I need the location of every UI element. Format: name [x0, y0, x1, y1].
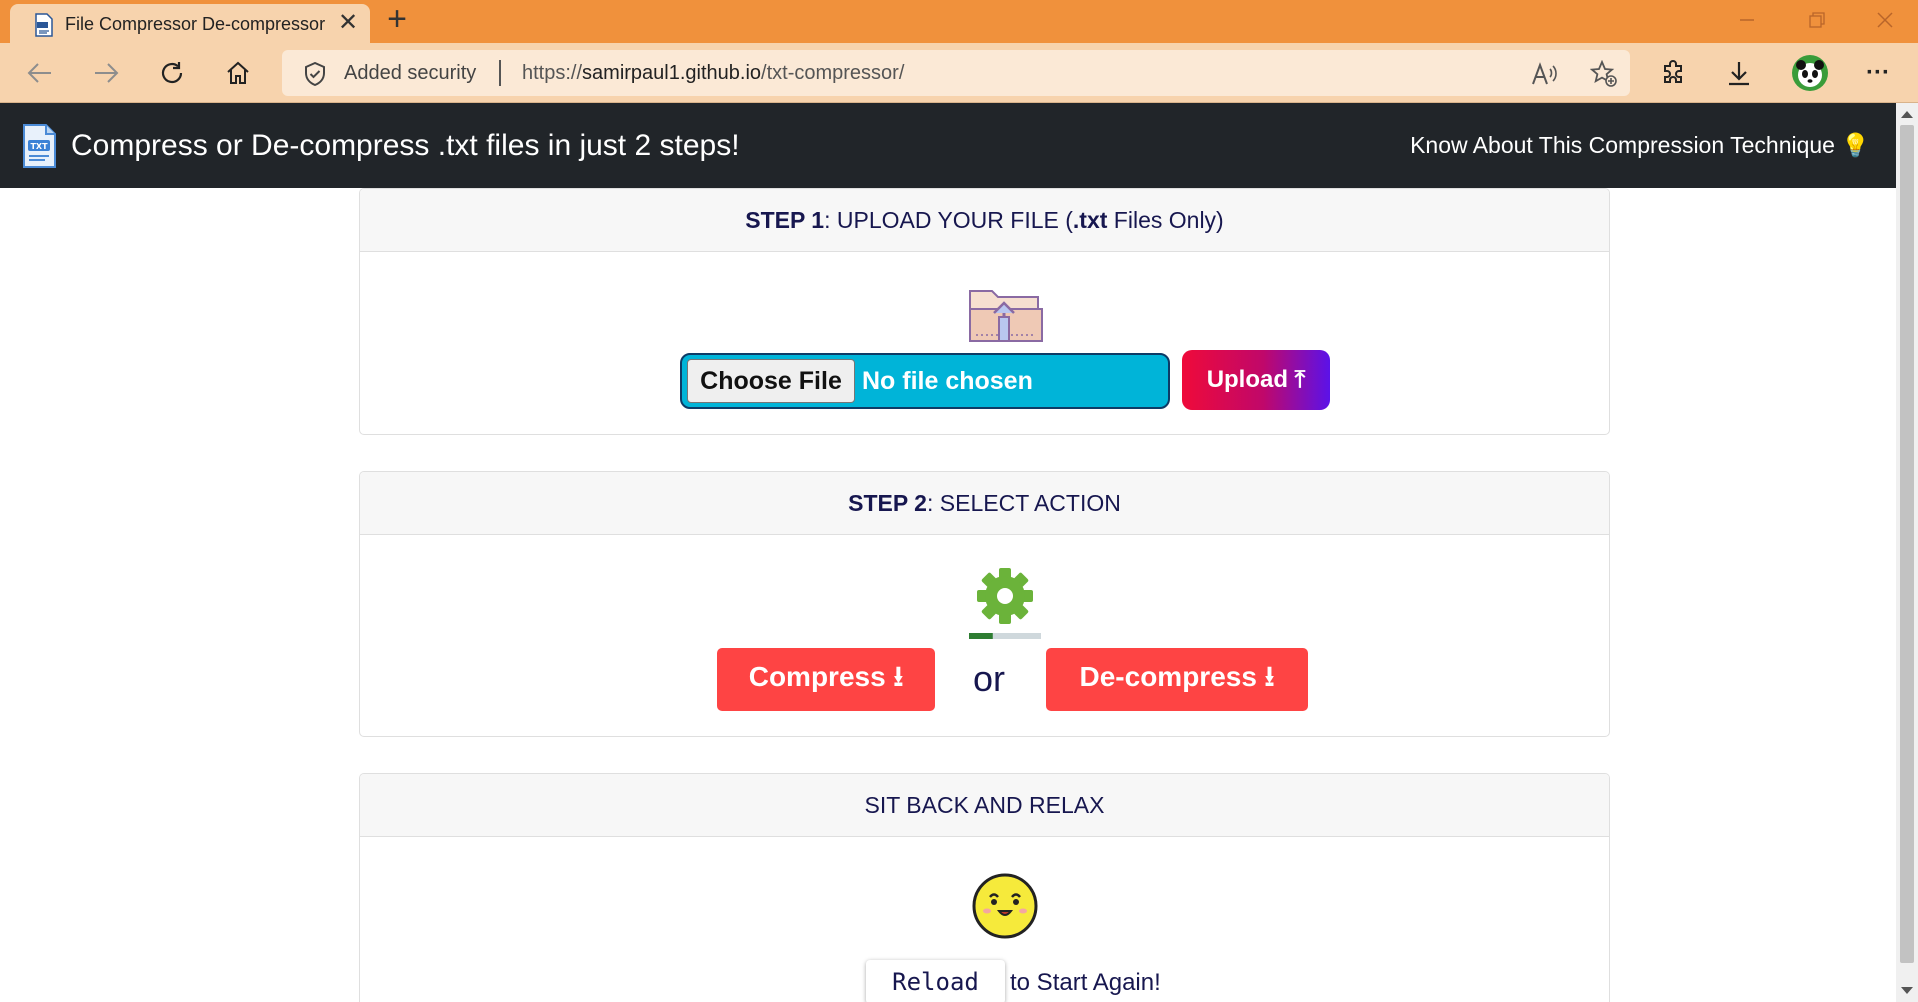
- step3-header-text: SIT BACK AND RELAX: [864, 791, 1105, 818]
- refresh-icon[interactable]: [152, 53, 192, 93]
- address-bar[interactable]: Added security https://samirpaul1.github…: [282, 50, 1630, 96]
- extensions-icon[interactable]: [1656, 55, 1692, 91]
- step1-header-tail: Files Only): [1107, 206, 1224, 233]
- close-window-icon[interactable]: [1855, 0, 1915, 40]
- about-technique-link[interactable]: Know About This Compression Technique 💡: [1410, 132, 1870, 159]
- step1-header: STEP 1: UPLOAD YOUR FILE (.txt Files Onl…: [360, 189, 1609, 252]
- browser-toolbar: Added security https://samirpaul1.github…: [0, 43, 1918, 103]
- more-menu-icon[interactable]: ···: [1860, 55, 1896, 91]
- downloads-icon[interactable]: [1721, 55, 1757, 91]
- txt-file-icon[interactable]: TXT: [20, 123, 58, 169]
- step1-card: STEP 1: UPLOAD YOUR FILE (.txt Files Onl…: [359, 188, 1610, 435]
- site-navbar: TXT Compress or De-compress .txt files i…: [0, 103, 1896, 188]
- folder-upload-icon: [969, 290, 1043, 342]
- minimize-icon[interactable]: [1717, 0, 1777, 40]
- browser-tab[interactable]: File Compressor De-compressor ✕: [10, 4, 370, 43]
- restore-icon[interactable]: [1787, 0, 1847, 40]
- url-path: /txt-compressor/: [761, 62, 905, 84]
- tab-title: File Compressor De-compressor: [65, 14, 326, 34]
- progress-fill: [969, 633, 993, 639]
- step1-header-ext: .txt: [1072, 206, 1108, 233]
- step2-header: STEP 2: SELECT ACTION: [360, 472, 1609, 535]
- shield-icon[interactable]: [304, 62, 326, 86]
- step3-header: SIT BACK AND RELAX: [360, 774, 1609, 837]
- file-input[interactable]: Choose File No file chosen: [680, 353, 1170, 409]
- upload-button[interactable]: Upload ⤒: [1182, 350, 1330, 410]
- home-icon[interactable]: [218, 53, 258, 93]
- reload-button[interactable]: Reload: [866, 960, 1005, 1002]
- url-prefix: https://: [522, 62, 583, 84]
- step1-header-text: : UPLOAD YOUR FILE (: [824, 206, 1073, 233]
- choose-file-button[interactable]: Choose File: [687, 359, 855, 403]
- scroll-up-arrow-icon[interactable]: [1901, 111, 1913, 118]
- txt-file-icon: [35, 13, 53, 37]
- step1-header-bold: STEP 1: [745, 206, 825, 233]
- step2-card: STEP 2: SELECT ACTION Compress ⭳ or De-c…: [359, 471, 1610, 737]
- or-separator: or: [973, 658, 1006, 699]
- security-label[interactable]: Added security: [344, 62, 476, 85]
- url-host: samirpaul1.github.io: [582, 62, 762, 84]
- tab-close-icon[interactable]: ✕: [338, 10, 358, 36]
- smiley-face-icon: [972, 873, 1038, 939]
- address-divider: [499, 60, 501, 86]
- reload-hint-text: to Start Again!: [1010, 969, 1161, 996]
- scroll-down-arrow-icon[interactable]: [1901, 987, 1913, 994]
- forward-arrow-icon[interactable]: [86, 53, 126, 93]
- svg-text:TXT: TXT: [30, 142, 48, 151]
- step2-header-text: : SELECT ACTION: [926, 489, 1121, 516]
- file-status-text: No file chosen: [862, 367, 1033, 395]
- new-tab-button[interactable]: +: [380, 2, 414, 36]
- read-aloud-icon[interactable]: [1530, 60, 1558, 88]
- step3-card: SIT BACK AND RELAX Reload to Start Again…: [359, 773, 1610, 1002]
- gear-progress-icon: [969, 568, 1041, 639]
- compress-button[interactable]: Compress ⭳: [717, 648, 935, 711]
- add-favorite-icon[interactable]: [1590, 60, 1618, 88]
- decompress-button[interactable]: De-compress ⭳: [1046, 648, 1308, 711]
- url-text[interactable]: https://samirpaul1.github.io/txt-compres…: [522, 62, 904, 85]
- step2-header-bold: STEP 2: [848, 489, 927, 516]
- profile-avatar[interactable]: [1790, 53, 1830, 93]
- browser-tab-strip: File Compressor De-compressor ✕ +: [0, 0, 1918, 43]
- page-scrollbar[interactable]: [1896, 103, 1918, 1002]
- back-arrow-icon[interactable]: [20, 53, 60, 93]
- scroll-thumb[interactable]: [1900, 125, 1914, 963]
- site-title[interactable]: Compress or De-compress .txt files in ju…: [71, 129, 740, 163]
